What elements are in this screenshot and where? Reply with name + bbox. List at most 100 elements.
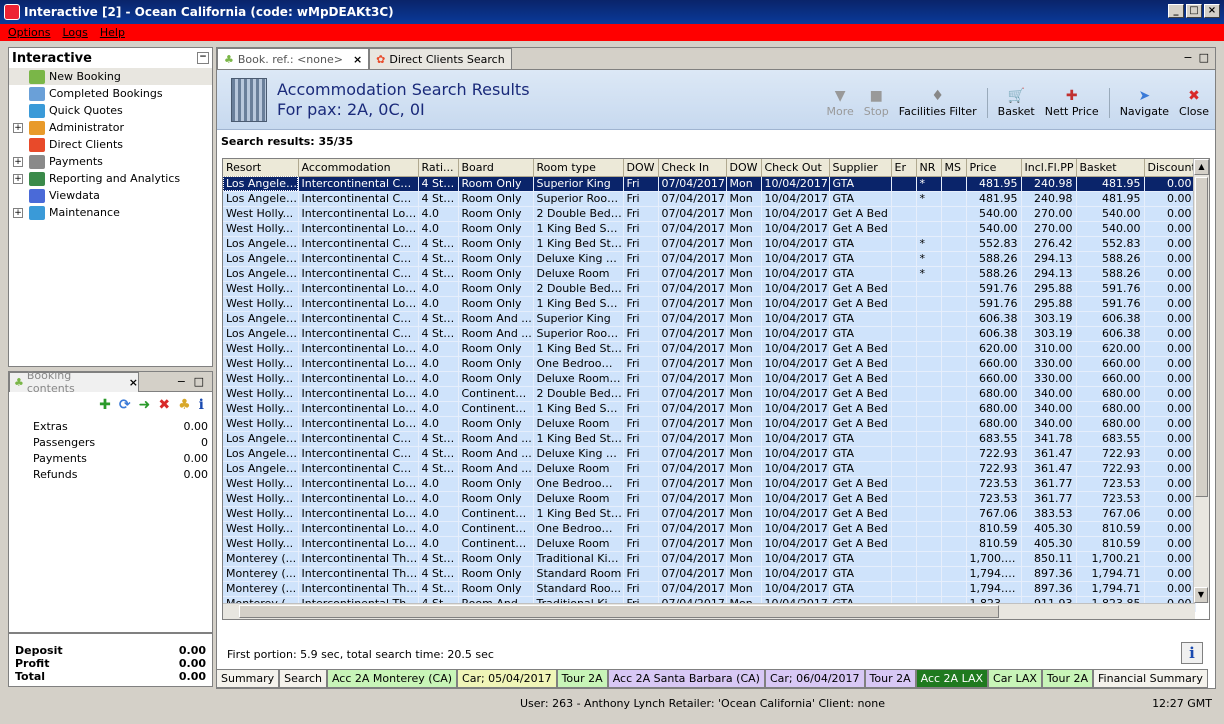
itinerary-tab[interactable]: Tour 2A <box>556 669 608 688</box>
itinerary-tab[interactable]: Acc 2A Santa Barbara (CA) <box>607 669 765 688</box>
column-header[interactable]: Room type <box>533 159 624 177</box>
column-header[interactable]: Incl.Fl.PP <box>1021 159 1077 177</box>
table-row[interactable]: West Holly... Intercontinental Los ... 4.0… <box>223 221 1196 237</box>
expand-icon[interactable]: + <box>13 122 23 133</box>
table-row[interactable]: Los Angeles... Intercontinental Cen... 4 S… <box>223 251 1196 267</box>
horizontal-scroll-thumb[interactable] <box>239 605 999 618</box>
column-header[interactable]: Check In <box>658 159 727 177</box>
palm-action-icon[interactable]: ♣ <box>178 397 191 413</box>
table-row[interactable]: Los Angeles... Intercontinental Cen... 4 S… <box>223 311 1196 327</box>
info-icon[interactable]: i <box>199 397 204 413</box>
results-grid[interactable]: Resort Accommodation Rati... Board Room type… <box>222 158 1210 620</box>
table-row[interactable]: West Holly... Intercontinental Los ... 4.0… <box>223 491 1196 507</box>
horizontal-scrollbar[interactable] <box>223 603 1195 619</box>
close-button[interactable]: ✖ Close <box>1179 87 1209 118</box>
column-header[interactable]: Er <box>891 159 917 177</box>
nav-item-viewdata[interactable]: Viewdata <box>9 187 212 204</box>
minimize-panel-button[interactable]: − <box>177 375 186 388</box>
close-window-button[interactable]: × <box>1204 4 1220 18</box>
nav-item-direct-clients[interactable]: Direct Clients <box>9 136 212 153</box>
column-header[interactable]: MS <box>941 159 967 177</box>
column-header[interactable]: Board <box>458 159 534 177</box>
transfer-icon[interactable]: ➜ <box>139 397 151 413</box>
column-header[interactable]: Price <box>966 159 1022 177</box>
table-row[interactable]: Monterey (...Intercontinental The ...4 S… <box>223 566 1196 582</box>
itinerary-tab[interactable]: Financial Summary <box>1093 669 1208 688</box>
table-row[interactable]: West Holly... Intercontinental Los ... 4.0… <box>223 416 1196 432</box>
table-row[interactable]: Monterey (...Intercontinental The ...4 S… <box>223 551 1196 567</box>
refresh-icon[interactable]: ⟳ <box>119 397 131 413</box>
nav-item-completed-bookings[interactable]: Completed Bookings <box>9 85 212 102</box>
scroll-down-arrow[interactable]: ▼ <box>1194 587 1208 603</box>
column-header[interactable]: Rati... <box>418 159 459 177</box>
vertical-scroll-thumb[interactable] <box>1195 177 1208 497</box>
itinerary-tab[interactable]: Summary <box>216 669 280 688</box>
table-row[interactable]: West Holly... Intercontinental Los ... 4.0… <box>223 506 1196 522</box>
column-header[interactable]: DOW <box>726 159 762 177</box>
tab-direct-clients-search[interactable]: ✿ Direct Clients Search <box>369 48 512 69</box>
delete-icon[interactable]: ✖ <box>158 397 170 413</box>
table-row[interactable]: West Holly... Intercontinental Los ... 4.0… <box>223 536 1196 552</box>
table-row[interactable]: West Holly... Intercontinental Los ... 4.0… <box>223 296 1196 312</box>
column-header[interactable]: Accommodation <box>298 159 419 177</box>
menu-help[interactable]: Help <box>100 26 125 39</box>
nav-item-payments[interactable]: + Payments <box>9 153 212 170</box>
close-tab-icon[interactable]: × <box>129 376 138 389</box>
itinerary-tab[interactable]: Tour 2A <box>864 669 916 688</box>
itinerary-tab[interactable]: Acc 2A Monterey (CA) <box>326 669 458 688</box>
nav-item-reporting-and-analytics[interactable]: + Reporting and Analytics <box>9 170 212 187</box>
info-button[interactable]: i <box>1181 642 1203 664</box>
navigate-button[interactable]: ➤ Navigate <box>1120 87 1169 118</box>
column-header[interactable]: NR <box>916 159 942 177</box>
table-row[interactable]: Los Angeles... Intercontinental Cen... 4 S… <box>223 176 1196 192</box>
table-row[interactable]: West Holly... Intercontinental Los ... 4.0… <box>223 281 1196 297</box>
nav-item-maintenance[interactable]: + Maintenance <box>9 204 212 221</box>
maximize-panel-button[interactable]: □ <box>194 375 204 388</box>
itinerary-tab[interactable]: Car LAX <box>988 669 1042 688</box>
table-row[interactable]: West Holly... Intercontinental Los ... 4.0… <box>223 371 1196 387</box>
itinerary-tab[interactable]: Car; 06/04/2017 <box>764 669 865 688</box>
table-row[interactable]: West Holly... Intercontinental Los ... 4.0… <box>223 341 1196 357</box>
scroll-up-arrow[interactable]: ▲ <box>1194 159 1209 175</box>
facilities-filter-button[interactable]: ♦ Facilities Filter <box>899 87 977 118</box>
column-header[interactable]: DOW <box>623 159 659 177</box>
nett-price-button[interactable]: ✚ Nett Price <box>1045 87 1099 118</box>
maximize-button[interactable]: □ <box>1186 4 1202 18</box>
table-row[interactable]: Los Angeles... Intercontinental Cen... 4 S… <box>223 461 1196 477</box>
column-header[interactable]: Resort <box>223 159 299 177</box>
minimize-button[interactable]: _ <box>1168 4 1184 18</box>
tab-booking[interactable]: ♣ Book. ref.: <none> × <box>217 48 370 69</box>
table-row[interactable]: Los Angeles... Intercontinental Cen... 4 S… <box>223 236 1196 252</box>
table-row[interactable]: West Holly... Intercontinental Los ... 4.0… <box>223 401 1196 417</box>
nav-item-administrator[interactable]: + Administrator <box>9 119 212 136</box>
itinerary-tab[interactable]: Acc 2A LAX <box>915 669 989 688</box>
expand-icon[interactable]: + <box>13 173 23 184</box>
itinerary-tab[interactable]: Search <box>279 669 327 688</box>
table-row[interactable]: West Holly... Intercontinental Los ... 4.0… <box>223 356 1196 372</box>
table-row[interactable]: West Holly... Intercontinental Los ... 4.0… <box>223 206 1196 222</box>
maximize-document-button[interactable]: □ <box>1199 51 1209 64</box>
table-row[interactable]: Los Angeles... Intercontinental Cen... 4 S… <box>223 191 1196 207</box>
itinerary-tab[interactable]: Tour 2A <box>1041 669 1094 688</box>
close-tab-icon[interactable]: × <box>353 53 362 66</box>
table-row[interactable]: West Holly... Intercontinental Los ... 4.0… <box>223 476 1196 492</box>
table-row[interactable]: West Holly... Intercontinental Los ... 4.0… <box>223 386 1196 402</box>
table-row[interactable]: Monterey (...Intercontinental The ...4 S… <box>223 581 1196 597</box>
table-row[interactable]: Los Angeles... Intercontinental Cen... 4 S… <box>223 266 1196 282</box>
column-header[interactable]: Discount <box>1144 159 1196 177</box>
table-row[interactable]: Los Angeles... Intercontinental Cen... 4 S… <box>223 446 1196 462</box>
add-icon[interactable]: ✚ <box>99 397 111 413</box>
column-header[interactable]: Supplier <box>829 159 892 177</box>
menu-options[interactable]: Options <box>8 26 50 39</box>
collapse-panel-button[interactable]: − <box>197 52 209 64</box>
table-row[interactable]: Los Angeles... Intercontinental Cen... 4 S… <box>223 326 1196 342</box>
booking-contents-tab[interactable]: ♣ Booking contents × <box>9 369 139 395</box>
expand-icon[interactable]: + <box>13 156 23 167</box>
column-header[interactable]: Check Out <box>761 159 830 177</box>
nav-item-new-booking[interactable]: New Booking <box>9 68 212 85</box>
menu-logs[interactable]: Logs <box>62 26 87 39</box>
column-header[interactable]: Basket <box>1076 159 1145 177</box>
basket-button[interactable]: 🛒 Basket <box>998 87 1035 118</box>
expand-icon[interactable]: + <box>13 207 23 218</box>
table-row[interactable]: West Holly... Intercontinental Los ... 4.0… <box>223 521 1196 537</box>
